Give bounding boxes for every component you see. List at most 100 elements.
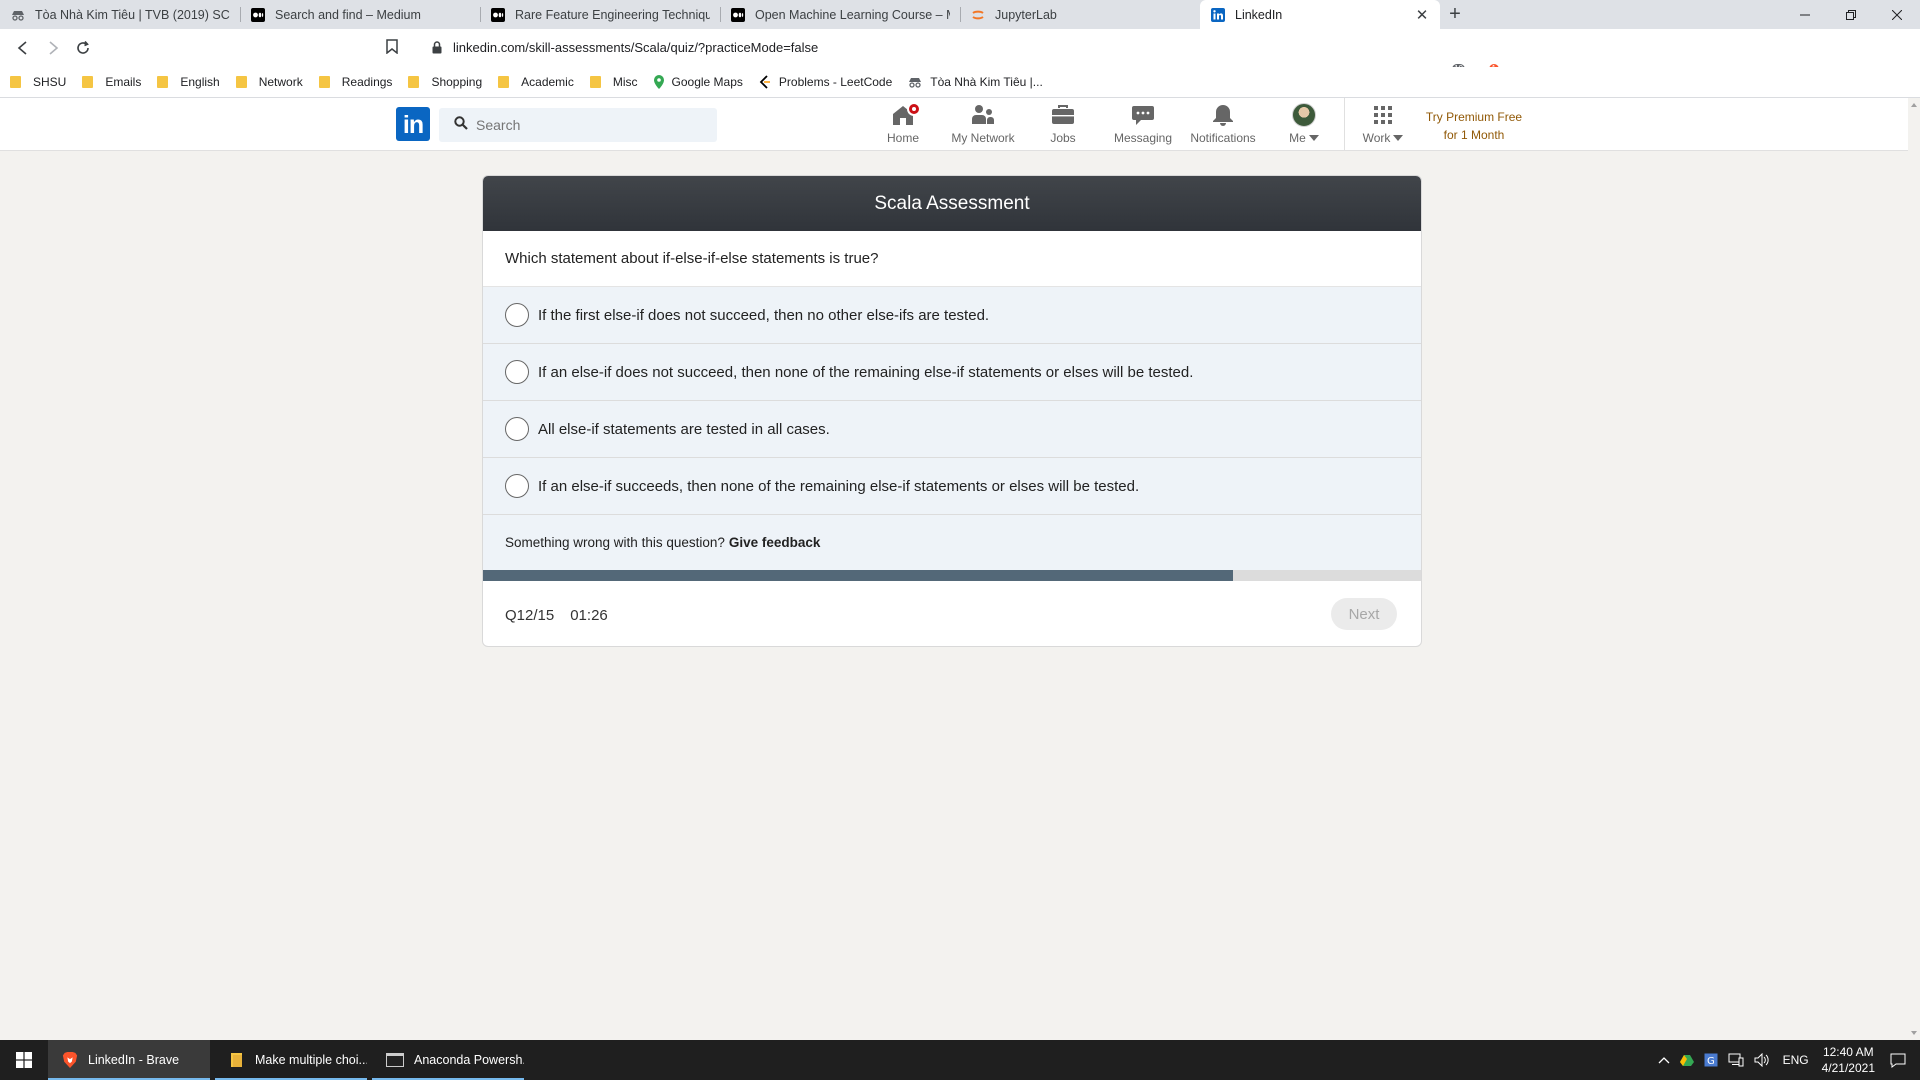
next-button[interactable]: Next <box>1331 598 1397 630</box>
bookmark-label: Misc <box>612 75 638 89</box>
linkedin-logo[interactable]: in <box>396 107 430 141</box>
scroll-up-arrow-icon <box>1911 103 1917 107</box>
nav-me[interactable]: Me <box>1281 102 1327 148</box>
bookmark-leetcode[interactable]: Problems - LeetCode <box>759 75 892 89</box>
taskbar-item-anaconda[interactable]: Anaconda Powersh... <box>372 1040 524 1080</box>
assessment-footer: Q12/15 01:26 Next <box>483 581 1421 646</box>
taskbar-item-file-explorer[interactable]: Make multiple choi... <box>215 1040 367 1080</box>
feedback-row: Something wrong with this question? Give… <box>483 515 1421 570</box>
nav-messaging[interactable]: Messaging <box>1108 102 1178 148</box>
radio-button[interactable] <box>505 303 529 327</box>
taskbar-item-brave[interactable]: LinkedIn - Brave <box>48 1040 210 1080</box>
forward-button[interactable] <box>38 33 68 63</box>
windows-logo-icon <box>16 1052 32 1068</box>
bookmark-google-maps[interactable]: Google Maps <box>653 75 743 89</box>
bookmark-folder-network[interactable]: Network <box>235 75 303 89</box>
nav-work[interactable]: Work <box>1358 102 1408 148</box>
bookmark-folder-misc[interactable]: Misc <box>589 75 638 89</box>
back-arrow-icon <box>17 41 27 55</box>
bookmark-folder-emails[interactable]: Emails <box>82 75 141 89</box>
medium-logo-icon <box>490 7 506 23</box>
address-bar[interactable]: linkedin.com/skill-assessments/Scala/qui… <box>380 33 1428 63</box>
bookmark-folder-english[interactable]: English <box>157 75 220 89</box>
work-label: Work <box>1362 131 1391 145</box>
bookmark-label: SHSU <box>33 75 67 89</box>
tab-kim-tieu[interactable]: Tòa Nhà Kim Tiêu | TVB (2019) SCTV9 <box>0 0 240 29</box>
folder-icon <box>498 76 510 88</box>
svg-text:G: G <box>1707 1056 1715 1067</box>
back-button[interactable] <box>8 33 38 63</box>
minimize-button[interactable] <box>1782 0 1828 29</box>
system-tray: G ENG 12:40 AM 4/21/2021 <box>1653 1040 1920 1080</box>
system-clock[interactable]: 12:40 AM 4/21/2021 <box>1822 1044 1875 1076</box>
give-feedback-link[interactable]: Give feedback <box>729 535 821 550</box>
radio-button[interactable] <box>505 474 529 498</box>
bookmark-folder-readings[interactable]: Readings <box>318 75 392 89</box>
me-label: Me <box>1289 131 1306 145</box>
close-tab-icon[interactable]: ✕ <box>1414 7 1430 24</box>
nav-label: Me <box>1289 131 1319 145</box>
tab-jupyterlab[interactable]: JupyterLab <box>960 0 1200 29</box>
progress-bar <box>483 570 1421 581</box>
answer-option-4[interactable]: If an else-if succeeds, then none of the… <box>483 458 1421 515</box>
folder-icon <box>235 76 247 88</box>
caret-down-icon <box>1393 135 1404 141</box>
tab-medium-search[interactable]: Search and find – Medium <box>240 0 480 29</box>
answer-option-1[interactable]: If the first else-if does not succeed, t… <box>483 287 1421 344</box>
tab-title: JupyterLab <box>995 7 1057 22</box>
drive-sync-icon[interactable] <box>1679 1054 1694 1066</box>
tab-title: Rare Feature Engineering Techniques f <box>515 7 710 22</box>
try-premium-link[interactable]: Try Premium Free for 1 Month <box>1420 108 1528 144</box>
language-indicator[interactable]: ENG <box>1783 1053 1809 1067</box>
avatar <box>1292 103 1316 127</box>
chevron-up-icon[interactable] <box>1658 1056 1670 1064</box>
radio-button[interactable] <box>505 417 529 441</box>
restore-icon <box>1846 9 1856 20</box>
folder-icon <box>10 76 21 88</box>
bookmark-folder-academic[interactable]: Academic <box>498 75 574 89</box>
clock-time: 12:40 AM <box>1822 1045 1874 1059</box>
bookmark-folder-shsu[interactable]: SHSU <box>10 75 66 89</box>
minimize-icon <box>1800 14 1810 15</box>
bookmark-label: Academic <box>521 75 574 89</box>
tab-medium-feature-engineering[interactable]: Rare Feature Engineering Techniques f <box>480 0 720 29</box>
lock-icon[interactable] <box>432 41 442 59</box>
bookmark-folder-shopping[interactable]: Shopping <box>408 75 482 89</box>
network-icon[interactable] <box>1728 1053 1744 1067</box>
reload-icon <box>77 41 89 54</box>
tab-medium-ml-course[interactable]: Open Machine Learning Course – Med <box>720 0 960 29</box>
bookmark-kim-tieu[interactable]: Tòa Nhà Kim Tiêu |... <box>908 75 1043 89</box>
task-label: Make multiple choi... <box>255 1053 367 1067</box>
browser-toolbar: linkedin.com/skill-assessments/Scala/qui… <box>0 29 1920 87</box>
action-center-icon[interactable] <box>1890 1053 1906 1068</box>
keyboard-ime-icon[interactable]: G <box>1704 1053 1718 1067</box>
clock-date: 4/21/2021 <box>1821 1061 1875 1075</box>
answer-option-3[interactable]: All else-if statements are tested in all… <box>483 401 1421 458</box>
nav-jobs[interactable]: Jobs <box>1040 102 1086 148</box>
folder-icon <box>157 76 169 88</box>
folder-icon <box>408 76 420 88</box>
nav-label: Notifications <box>1190 131 1256 145</box>
reload-button[interactable] <box>68 33 98 63</box>
radio-button[interactable] <box>505 360 529 384</box>
close-window-button[interactable] <box>1874 0 1920 29</box>
incognito-hat-icon <box>10 7 26 23</box>
forward-arrow-icon <box>49 41 59 55</box>
nav-notifications[interactable]: Notifications <box>1186 102 1260 148</box>
answer-option-2[interactable]: If an else-if does not succeed, then non… <box>483 344 1421 401</box>
tab-linkedin[interactable]: LinkedIn ✕ <box>1200 0 1440 29</box>
bookmark-icon[interactable] <box>386 39 398 59</box>
nav-label: Messaging <box>1113 131 1173 145</box>
page-scrollbar[interactable] <box>1908 98 1920 1040</box>
new-tab-button[interactable]: + <box>1440 0 1470 29</box>
volume-icon[interactable] <box>1754 1053 1770 1067</box>
restore-button[interactable] <box>1828 0 1874 29</box>
nav-my-network[interactable]: My Network <box>948 102 1018 148</box>
search-bar[interactable] <box>439 108 717 142</box>
start-button[interactable] <box>0 1040 48 1080</box>
nav-home[interactable]: Home <box>880 102 926 148</box>
medium-logo-icon <box>250 7 266 23</box>
plus-icon: + <box>1449 3 1461 25</box>
windows-taskbar: LinkedIn - Brave Make multiple choi... A… <box>0 1040 1920 1080</box>
search-input[interactable] <box>476 110 696 140</box>
